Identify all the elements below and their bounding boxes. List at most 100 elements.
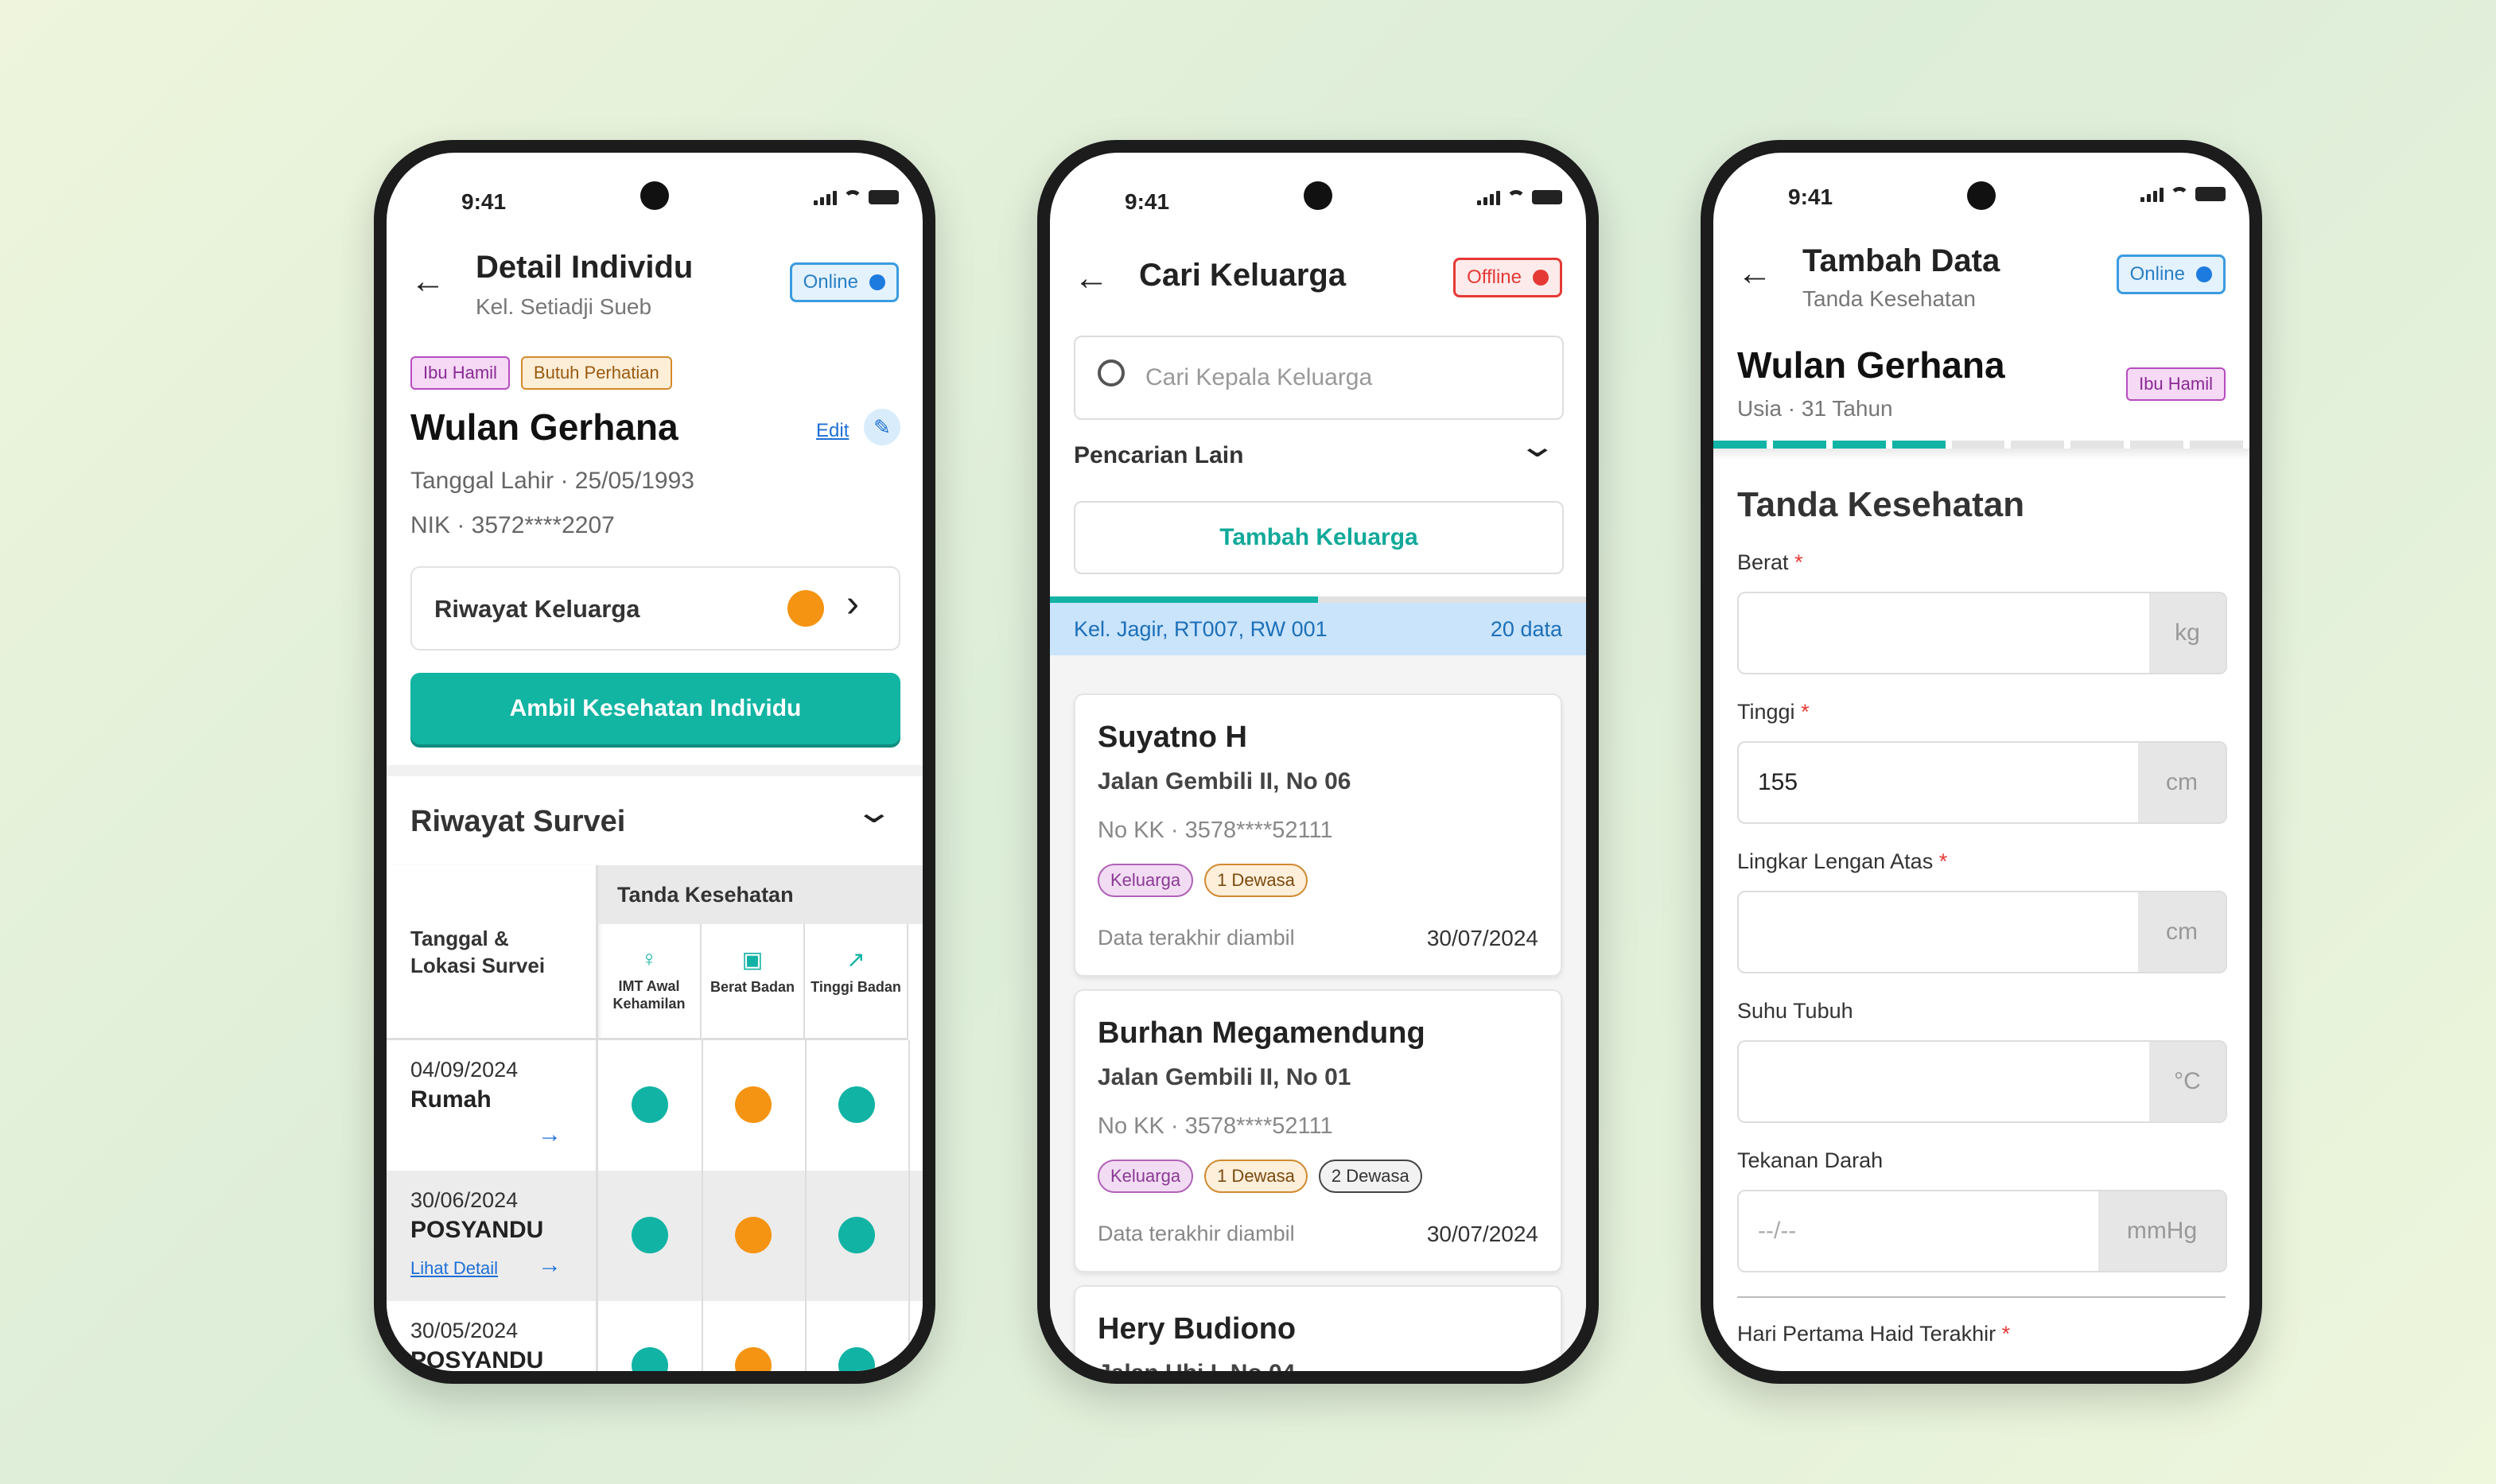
col-header-berat: ▣ Berat Badan — [702, 924, 805, 1040]
back-arrow-icon[interactable]: ← — [1737, 256, 1772, 291]
form-progress-bar — [1713, 441, 2249, 449]
status-dot-tinggi — [838, 1347, 875, 1371]
data-count: 20 data — [1490, 617, 1562, 641]
battery-icon — [2195, 187, 2226, 201]
lila-input[interactable]: cm — [1737, 891, 2227, 973]
berat-value — [1739, 593, 2149, 673]
survey-section-title: Riwayat Survei — [410, 805, 626, 838]
camera-notch — [1304, 181, 1332, 210]
label-text: Lingkar Lengan Atas — [1737, 849, 1934, 873]
edit-link[interactable]: Edit — [816, 420, 849, 442]
page-title: Tambah Data — [1802, 243, 2000, 278]
person-name: Wulan Gerhana — [410, 406, 678, 448]
status-time: 9:41 — [461, 189, 507, 214]
back-arrow-icon[interactable]: ← — [410, 264, 445, 299]
status-bar: 9:41 — [1050, 153, 1586, 214]
edit-pencil-icon[interactable]: ✎ — [864, 409, 900, 445]
family-name: Burhan Megamendung — [1098, 1016, 1425, 1050]
divider — [1713, 449, 2249, 460]
search-input[interactable]: Cari Kepala Keluarga — [1074, 336, 1564, 420]
table-group-header: Tanda Kesehatan — [598, 865, 923, 924]
add-family-button[interactable]: Tambah Keluarga — [1074, 501, 1564, 574]
date-of-birth: Tanggal Lahir · 25/05/1993 — [410, 468, 694, 494]
berat-input[interactable]: kg — [1737, 592, 2227, 674]
table-row[interactable]: 30/06/2024 POSYANDU Lihat Detail → — [387, 1171, 923, 1301]
section-title: Tanda Kesehatan — [1737, 485, 2025, 524]
area-label: Kel. Jagir, RT007, RW 001 — [1074, 617, 1328, 641]
divider — [387, 765, 923, 776]
status-dot-tinggi — [838, 1217, 875, 1253]
unit-cm: cm — [2138, 892, 2226, 972]
family-card[interactable]: Suyatno H Jalan Gembili II, No 06 No KK … — [1074, 693, 1562, 977]
tag-dewasa: 2 Dewasa — [1318, 1160, 1422, 1193]
chevron-right-icon: › — [846, 583, 859, 625]
family-card[interactable]: Hery Budiono Jalan Ubi I, No 04 — [1074, 1285, 1562, 1371]
tag-dewasa: 1 Dewasa — [1204, 864, 1308, 897]
family-status-dot — [787, 590, 824, 627]
status-dot-imt — [632, 1217, 668, 1253]
tekanan-darah-input[interactable]: --/-- mmHg — [1737, 1190, 2227, 1272]
arrow-right-icon[interactable]: → — [538, 1121, 562, 1148]
family-kk: No KK · 3578****52111 — [1098, 1113, 1333, 1139]
nik: NIK · 3572****2207 — [410, 512, 615, 538]
screen-tambah-data: 9:41 ← Tambah Data Tanda Kesehatan Onlin… — [1713, 153, 2249, 1371]
field-label-tekanan: Tekanan Darah — [1737, 1148, 1883, 1173]
required-mark: * — [2001, 1322, 2011, 1346]
required-mark: * — [1794, 550, 1803, 574]
page-subtitle: Tanda Kesehatan — [1802, 286, 1976, 311]
scale-icon: ▣ — [741, 947, 764, 972]
family-name: Suyatno H — [1098, 721, 1247, 754]
tinggi-input[interactable]: 155 cm — [1737, 741, 2227, 824]
table-row[interactable]: 30/05/2024 POSYANDU — [387, 1301, 923, 1371]
family-address: Jalan Gembili II, No 01 — [1098, 1064, 1351, 1090]
phone-cari-keluarga: 9:41 ← Cari Keluarga Offline Cari Kepala… — [1037, 140, 1599, 1384]
tekanan-placeholder: --/-- — [1758, 1218, 1797, 1244]
chevron-down-icon[interactable]: ⌄ — [1518, 428, 1557, 464]
tag-butuh-perhatian: Butuh Perhatian — [520, 356, 672, 390]
camera-notch — [640, 181, 669, 210]
row-place: Rumah — [410, 1086, 492, 1113]
page-title: Cari Keluarga — [1139, 258, 1347, 293]
progress-segment — [1713, 441, 1773, 449]
status-dot — [1533, 270, 1549, 286]
status-label: Online — [803, 271, 858, 293]
back-arrow-icon[interactable]: ← — [1074, 261, 1109, 296]
detail-link[interactable]: Lihat Detail — [410, 1258, 498, 1279]
suhu-input[interactable]: °C — [1737, 1040, 2227, 1123]
family-card[interactable]: Burhan Megamendung Jalan Gembili II, No … — [1074, 989, 1562, 1272]
signal-icon — [1477, 189, 1500, 205]
progress-segment — [1951, 441, 2012, 449]
tag-list: Ibu Hamil Butuh Perhatian — [410, 356, 672, 390]
field-label-tinggi: Tinggi * — [1737, 700, 1810, 725]
chevron-down-icon[interactable]: ⌄ — [854, 794, 894, 830]
unit-cm: cm — [2138, 743, 2226, 822]
field-label-suhu: Suhu Tubuh — [1737, 999, 1853, 1024]
table-row[interactable]: 04/09/2024 Rumah → — [387, 1040, 923, 1171]
scroll-progress-fill — [1050, 596, 1318, 603]
connection-status-badge: Offline — [1453, 258, 1562, 297]
progress-segment — [2070, 441, 2131, 449]
arrow-right-icon[interactable]: → — [538, 1252, 562, 1279]
family-address: Jalan Ubi I, No 04 — [1098, 1360, 1295, 1371]
trend-icon: ↗ — [846, 947, 865, 972]
page-subtitle: Kel. Setiadji Sueb — [476, 294, 652, 319]
col-header-imt: ♀ IMT Awal Kehamilan — [598, 924, 702, 1040]
battery-icon — [1532, 190, 1562, 204]
other-search-label[interactable]: Pencarian Lain — [1074, 442, 1243, 469]
tag-dewasa: 1 Dewasa — [1204, 1160, 1308, 1193]
tag-keluarga: Keluarga — [1098, 1160, 1194, 1193]
lila-value — [1739, 892, 2138, 972]
table-header-date: Tanggal & Lokasi Survei — [387, 865, 598, 1040]
family-history-row[interactable]: Riwayat Keluarga › — [410, 566, 900, 651]
progress-segment — [2011, 441, 2071, 449]
col-header-tinggi: ↗ Tinggi Badan — [805, 924, 908, 1040]
phone-detail-individu: 9:41 ← Detail Individu Kel. Setiadji Sue… — [374, 140, 935, 1384]
unit-celsius: °C — [2149, 1042, 2226, 1121]
progress-segment — [1891, 441, 1952, 449]
battery-icon — [869, 190, 899, 204]
connection-status-badge: Online — [2116, 254, 2226, 294]
row-date: 30/05/2024 — [410, 1319, 519, 1342]
take-health-button[interactable]: Ambil Kesehatan Individu — [410, 673, 900, 744]
wifi-icon — [1507, 190, 1526, 204]
status-time: 9:41 — [1788, 185, 1833, 209]
